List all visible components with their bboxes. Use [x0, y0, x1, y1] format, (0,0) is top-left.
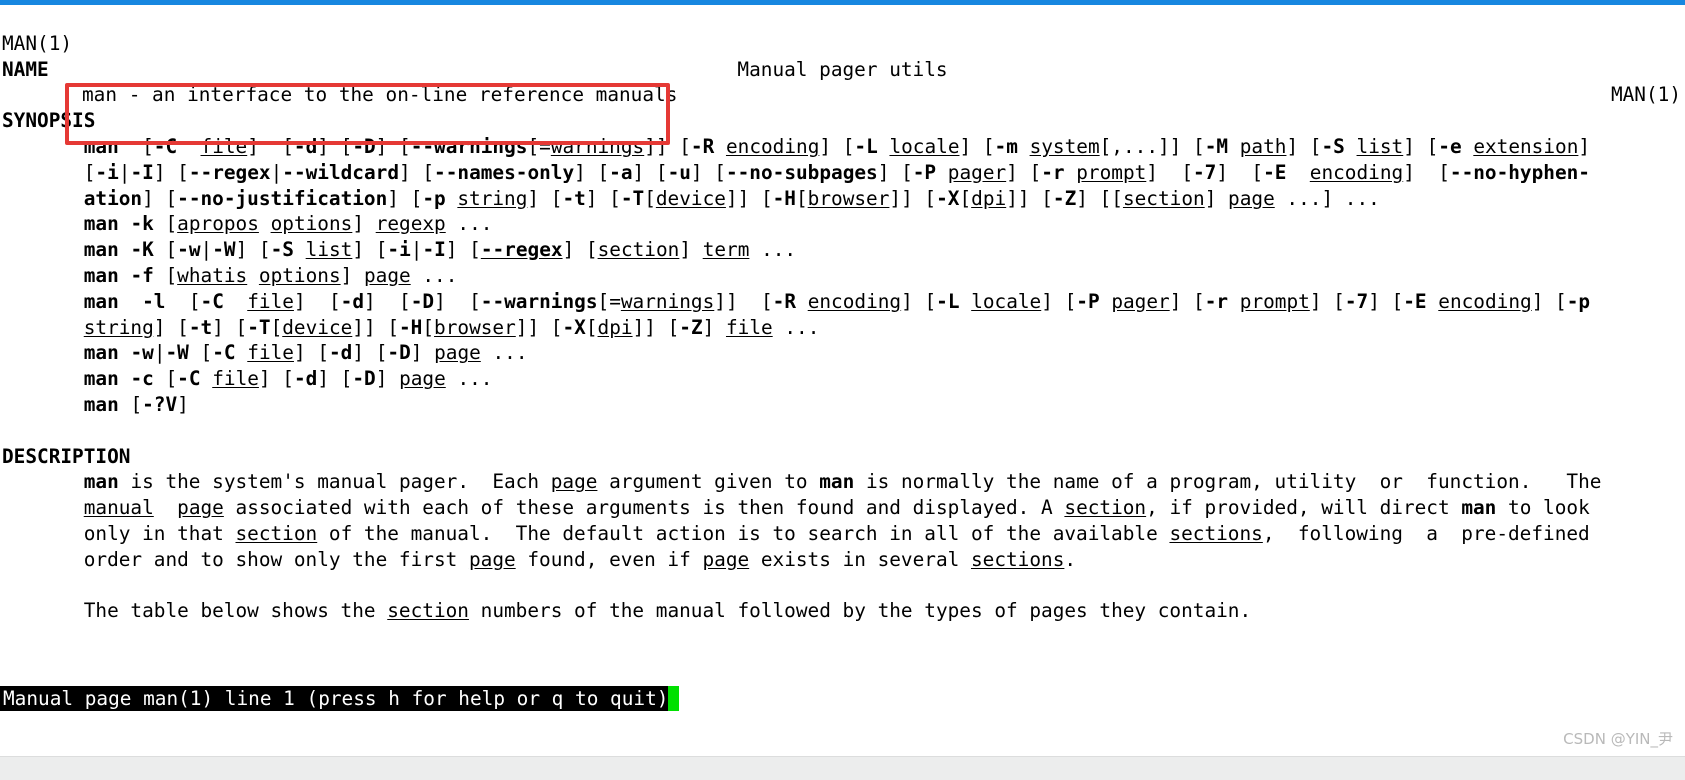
description-line-4: order and to show only the first page fo… — [2, 547, 1077, 571]
man-header-left: MAN(1) — [2, 31, 73, 55]
pager-status-bar[interactable]: Manual page man(1) line 1 (press h for h… — [0, 686, 680, 711]
synopsis-line-8: string] [-t] [-T[device]] [-H[browser]] … — [83, 315, 820, 339]
man-page-viewport[interactable]: MAN(1) Manual pager utils MAN(1) NAME ma… — [0, 5, 1685, 688]
man-header-right: MAN(1) — [1610, 83, 1681, 107]
pager-status-text: Manual page man(1) line 1 (press h for h… — [3, 687, 669, 710]
bottom-bevel-bar — [0, 756, 1685, 780]
description-line-2: manual page associated with each of thes… — [83, 496, 1590, 520]
section-heading-synopsis: SYNOPSIS — [2, 109, 96, 133]
description-line-1: man is the system's manual pager. Each p… — [83, 470, 1602, 494]
synopsis-line-3: ation] [--no-justification] [-p string] … — [83, 186, 1380, 210]
synopsis-line-9: man -w|-W [-C file] [-d] [-D] page ... — [83, 341, 528, 365]
synopsis-line-2: [-i|-I] [--regex|--wildcard] [--names-on… — [2, 160, 1590, 184]
name-body-line: man - an interface to the on-line refere… — [0, 82, 1685, 108]
synopsis-line-4: man -k [apropos options] regexp ... — [83, 212, 493, 236]
description-line-3: only in that section of the manual. The … — [2, 521, 1590, 545]
synopsis-line-11: man [-?V] — [83, 392, 189, 416]
description-line-5: The table below shows the section number… — [2, 599, 1252, 623]
synopsis-line-7: man -l [-C file] [-d] [-D] [--warnings[=… — [83, 289, 1591, 313]
watermark-label: CSDN @YIN_尹 — [1563, 730, 1673, 748]
man-header-center: Manual pager utils — [737, 57, 948, 81]
synopsis-line-5: man -K [-w|-W] [-S list] [-i|-I] [--rege… — [83, 238, 797, 262]
synopsis-line-1: man [-C file] [-d] [-D] [--warnings[=war… — [83, 134, 1591, 158]
terminal-cursor — [668, 686, 680, 711]
name-body-text: man - an interface to the on-line refere… — [82, 83, 678, 107]
man-running-header: MAN(1) Manual pager utils MAN(1) — [0, 5, 1685, 107]
synopsis-line-10: man -c [-C file] [-d] [-D] page ... — [83, 367, 493, 391]
section-heading-description: DESCRIPTION — [2, 444, 131, 468]
synopsis-line-6: man -f [whatis options] page ... — [83, 263, 458, 287]
